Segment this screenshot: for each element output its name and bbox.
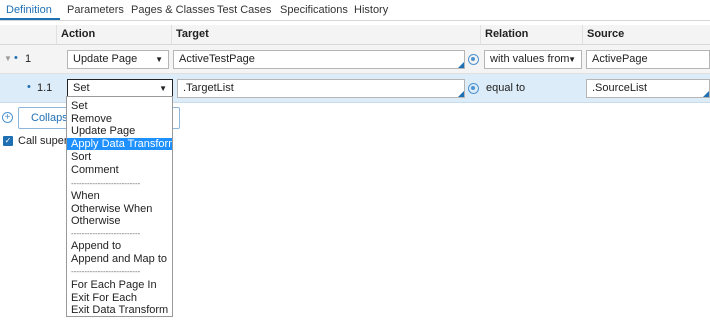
target-picker-icon[interactable] [468,54,479,65]
action-select[interactable]: Update Page ▼ [67,50,169,69]
dropdown-option-set[interactable]: Set [67,100,172,112]
target-input[interactable]: .TargetList [177,79,465,98]
dropdown-option-remove[interactable]: Remove [67,113,172,125]
tab-test-cases[interactable]: Test Cases [217,4,271,16]
target-picker-icon[interactable] [468,83,479,94]
header-target: Target [171,25,484,44]
source-value: ActivePage [592,53,648,65]
relation-value: with values from [490,53,570,65]
tab-pages-classes[interactable]: Pages & Classes [131,4,215,16]
action-value: Update Page [73,53,138,65]
relation-select[interactable]: with values from ▼ [484,50,582,69]
action-value: Set [73,82,90,94]
dropdown-option-sort[interactable]: Sort [67,151,172,163]
target-value: ActiveTestPage [179,53,255,65]
source-input[interactable]: ActivePage [586,50,710,69]
bullet-icon: • [27,81,31,93]
dropdown-option-otherwise[interactable]: Otherwise [67,215,172,227]
dropdown-option-comment[interactable]: Comment [67,164,172,176]
relation-value: equal to [486,82,526,94]
source-input[interactable]: .SourceList [586,79,710,98]
autocomplete-corner-icon [703,91,709,97]
dropdown-option-append-and-map-to[interactable]: Append and Map to [67,253,172,265]
source-value: .SourceList [592,82,648,94]
tab-divider [0,20,710,21]
tab-bar: Definition Parameters Pages & Classes Te… [0,0,710,20]
dropdown-option-otherwise-when[interactable]: Otherwise When [67,203,172,215]
dropdown-option-update-page[interactable]: Update Page [67,125,172,137]
autocomplete-corner-icon [458,91,464,97]
dropdown-separator: -------------------------- [71,179,141,188]
dropdown-option-when[interactable]: When [67,190,172,202]
target-value: .TargetList [183,82,234,94]
dropdown-separator: -------------------------- [71,267,141,276]
dropdown-option-apply-data-transform[interactable]: Apply Data Transform [67,138,172,150]
row-sequence: 1 [25,53,32,65]
dropdown-option-exit-for-each[interactable]: Exit For Each [67,292,172,304]
autocomplete-corner-icon [458,62,464,68]
target-input[interactable]: ActiveTestPage [173,50,465,69]
header-source: Source [582,25,710,44]
tab-parameters[interactable]: Parameters [67,4,124,16]
add-circle-icon[interactable]: + [2,112,13,123]
header-action: Action [56,25,175,44]
tab-definition[interactable]: Definition [6,4,52,16]
tab-history[interactable]: History [354,4,388,16]
checkbox-checked-icon[interactable]: ✓ [3,136,13,146]
chevron-down-icon: ▼ [155,55,163,64]
chevron-down-icon: ▼ [159,84,167,93]
dropdown-option-append-to[interactable]: Append to [67,240,172,252]
header-relation: Relation [480,25,586,44]
expand-triangle-icon[interactable]: ▼ [4,54,12,63]
tab-specifications[interactable]: Specifications [280,4,348,16]
dropdown-option-for-each-page-in[interactable]: For Each Page In [67,279,172,291]
table-row[interactable]: ▼ • 1 Update Page ▼ ActiveTestPage with … [0,45,710,74]
chevron-down-icon: ▼ [568,55,576,64]
action-dropdown-list[interactable]: Set Remove Update Page Apply Data Transf… [66,96,173,317]
row-sequence: 1.1 [37,82,53,94]
grid-header: Action Target Relation Source [0,25,710,45]
bullet-icon: • [14,52,18,64]
dropdown-separator: -------------------------- [71,229,141,238]
dropdown-option-exit-data-transform[interactable]: Exit Data Transform [67,304,172,316]
